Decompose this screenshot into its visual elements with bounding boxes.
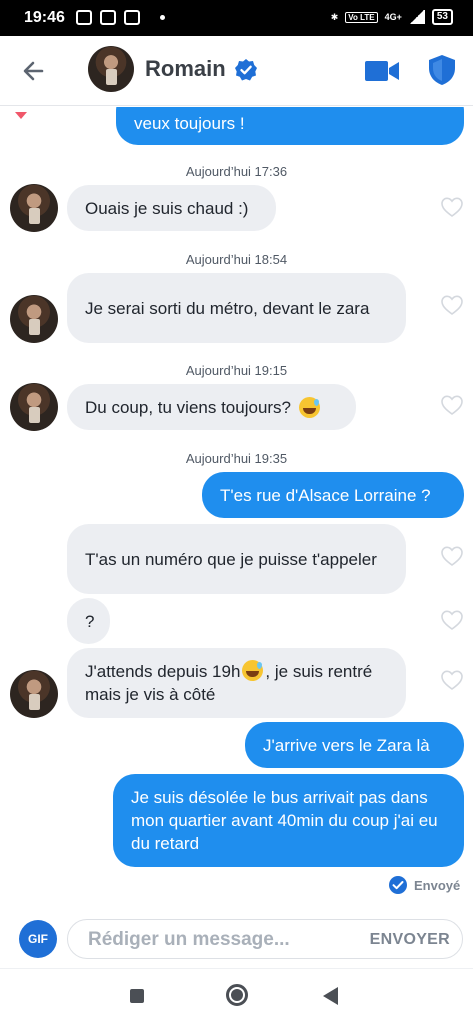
message-bubble-received[interactable]: Du coup, tu viens toujours? — [67, 384, 356, 430]
more-notifications-icon — [160, 15, 165, 20]
notification-icons — [76, 10, 165, 25]
message-timestamp: Aujourd’hui 17:36 — [185, 164, 288, 179]
message-timestamp: Aujourd’hui 19:15 — [185, 363, 288, 378]
message-text-part: J'attends depuis 19h — [85, 662, 241, 681]
message-bubble-received[interactable]: ? — [67, 598, 110, 644]
message-bubble-received[interactable]: Je serai sorti du métro, devant le zara — [67, 273, 406, 343]
check-circle-icon — [389, 876, 407, 894]
message-timestamp: Aujourd’hui 19:35 — [185, 451, 288, 466]
heart-outline-icon[interactable] — [440, 294, 464, 316]
delivery-status-label: Envoyé — [414, 877, 461, 893]
avatar[interactable] — [10, 670, 58, 718]
delivery-status: Envoyé — [388, 875, 460, 895]
recent-apps-icon[interactable] — [130, 989, 144, 1003]
message-timestamp: Aujourd’hui 18:54 — [185, 252, 288, 267]
message-text: Je serai sorti du métro, devant le zara — [85, 298, 370, 318]
twitch-icon — [100, 10, 116, 25]
new-indicator-icon — [15, 112, 27, 119]
message-bubble-received[interactable]: J'attends depuis 19h, je suis rentré mai… — [67, 648, 406, 718]
message-text: Je suis désolée le bus arrivait pas dans… — [131, 788, 438, 853]
gif-button[interactable]: GIF — [19, 920, 57, 958]
message-list[interactable]: veux toujours ! Aujourd’hui 17:36 Ouais … — [0, 107, 473, 907]
status-time: 19:46 — [24, 9, 65, 26]
heart-outline-icon[interactable] — [440, 669, 464, 691]
message-text: T'as un numéro que je puisse t'appeler — [85, 549, 377, 569]
network-type: 4G+ — [384, 12, 402, 22]
avatar[interactable] — [88, 46, 134, 92]
battery-icon: 53 — [431, 9, 453, 25]
message-bubble-sent[interactable]: Je suis désolée le bus arrivait pas dans… — [113, 774, 464, 867]
message-text: J'attends depuis 19h, je suis rentré mai… — [85, 660, 388, 706]
system-icons: ✱ Vo LTE 4G+ 53 — [331, 9, 453, 25]
heart-outline-icon[interactable] — [440, 545, 464, 567]
message-input[interactable]: Rédiger un message... ENVOYER — [67, 919, 463, 959]
contact-name[interactable]: Romain — [145, 56, 226, 82]
screen-icon — [124, 10, 140, 25]
sweat-smile-emoji — [299, 396, 321, 418]
back-triangle-icon[interactable] — [323, 987, 338, 1005]
volte-icon: Vo LTE — [345, 11, 378, 23]
send-button[interactable]: ENVOYER — [370, 931, 450, 949]
avatar[interactable] — [10, 184, 58, 232]
avatar[interactable] — [10, 383, 58, 431]
message-bubble-sent[interactable]: T'es rue d'Alsace Lorraine ? — [202, 472, 464, 518]
heart-outline-icon[interactable] — [440, 394, 464, 416]
avatar[interactable] — [10, 295, 58, 343]
message-bubble-sent[interactable]: J'arrive vers le Zara là — [245, 722, 464, 768]
twitch-icon — [76, 10, 92, 25]
message-bubble-received[interactable]: T'as un numéro que je puisse t'appeler — [67, 524, 406, 594]
status-bar: 19:46 ✱ Vo LTE 4G+ 53 — [0, 0, 473, 36]
message-bubble-received[interactable]: Ouais je suis chaud :) — [67, 185, 276, 231]
message-text: T'es rue d'Alsace Lorraine ? — [220, 485, 431, 505]
message-text: Du coup, tu viens toujours? — [85, 397, 292, 417]
verified-badge-icon — [235, 59, 257, 81]
video-call-button[interactable] — [364, 58, 400, 84]
message-input-placeholder: Rédiger un message... — [88, 929, 290, 950]
heart-outline-icon[interactable] — [440, 609, 464, 631]
bluetooth-icon: ✱ — [330, 11, 339, 22]
shield-button[interactable] — [428, 54, 456, 86]
message-composer: GIF Rédiger un message... ENVOYER — [0, 908, 473, 968]
signal-icon — [408, 10, 425, 24]
sweat-smile-emoji — [242, 660, 264, 681]
system-nav-bar — [0, 968, 473, 1024]
message-bubble-sent[interactable]: veux toujours ! — [116, 107, 464, 145]
message-text: J'arrive vers le Zara là — [263, 735, 430, 755]
message-text: ? — [85, 611, 95, 631]
message-text: veux toujours ! — [134, 114, 245, 133]
back-button[interactable] — [18, 56, 50, 86]
home-icon[interactable] — [226, 984, 248, 1006]
message-text: Ouais je suis chaud :) — [85, 198, 249, 218]
heart-outline-icon[interactable] — [440, 196, 464, 218]
chat-header: Romain — [0, 36, 473, 106]
